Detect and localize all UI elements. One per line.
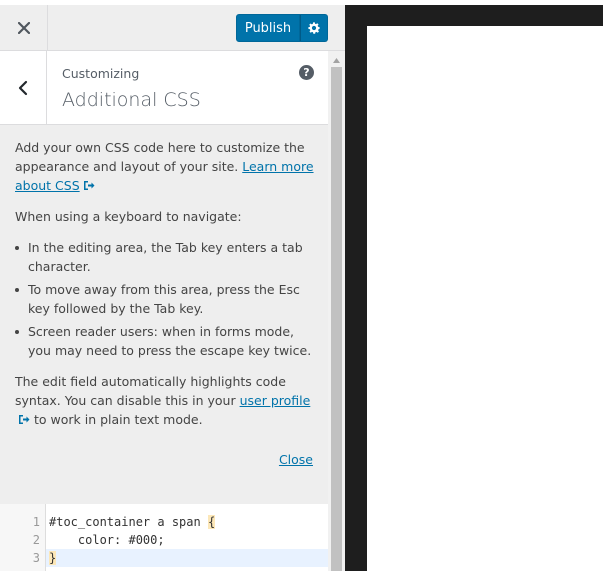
chevron-left-icon xyxy=(18,80,28,96)
customizer-header: Publish xyxy=(0,5,345,51)
code-line[interactable]: #toc_container a span { xyxy=(46,513,328,531)
list-item: In the editing area, the Tab key enters … xyxy=(15,238,314,276)
close-description-link[interactable]: Close xyxy=(279,450,313,469)
site-preview-frame[interactable] xyxy=(367,26,603,571)
line-number: 1 xyxy=(32,515,40,529)
list-item: To move away from this area, press the E… xyxy=(15,280,314,318)
page-title: Additional CSS xyxy=(62,89,201,111)
line-number: 2 xyxy=(32,533,40,547)
code-line-active[interactable]: } xyxy=(46,549,328,567)
external-link-icon xyxy=(19,415,30,424)
sidebar-scrollbar[interactable] xyxy=(328,51,345,571)
publish-settings-button[interactable] xyxy=(300,14,328,42)
help-icon[interactable]: ? xyxy=(299,65,314,80)
css-code-editor[interactable]: 1 2 3 #toc_container a span { color: #00… xyxy=(0,504,328,571)
back-button[interactable] xyxy=(0,51,47,125)
line-number: 3 xyxy=(32,551,40,565)
breadcrumb: Customizing xyxy=(62,66,140,81)
code-line[interactable]: color: #000; xyxy=(46,531,328,549)
section-description: Add your own CSS code here to customize … xyxy=(0,125,328,495)
section-header: Customizing Additional CSS ? xyxy=(0,51,328,125)
publish-button[interactable]: Publish xyxy=(236,14,300,42)
list-item: Screen reader users: when in forms mode,… xyxy=(15,322,314,360)
highlight-paragraph: The edit field automatically highlights … xyxy=(15,372,314,429)
css-declaration: color: #000; xyxy=(49,533,165,547)
close-customizer-button[interactable] xyxy=(0,5,48,51)
gear-icon xyxy=(308,22,320,34)
highlight-text-post: to work in plain text mode. xyxy=(30,412,203,427)
css-selector: #toc_container a span xyxy=(49,515,208,529)
scrollbar-thumb[interactable] xyxy=(331,67,342,571)
keyboard-heading: When using a keyboard to navigate: xyxy=(15,209,242,224)
external-link-icon xyxy=(83,181,95,190)
line-number-gutter: 1 2 3 xyxy=(0,504,46,571)
keyboard-tips-list: In the editing area, the Tab key enters … xyxy=(15,238,314,360)
user-profile-link[interactable]: user profile xyxy=(240,393,311,408)
open-brace: { xyxy=(207,515,216,529)
intro-paragraph: Add your own CSS code here to customize … xyxy=(15,138,314,195)
scroll-up-arrow[interactable] xyxy=(328,55,345,65)
close-icon xyxy=(17,22,30,34)
triangle-up-icon xyxy=(333,57,340,63)
close-brace: } xyxy=(49,551,57,565)
customizer-sidebar: Publish Customizing Additional CSS ? Add… xyxy=(0,5,345,571)
